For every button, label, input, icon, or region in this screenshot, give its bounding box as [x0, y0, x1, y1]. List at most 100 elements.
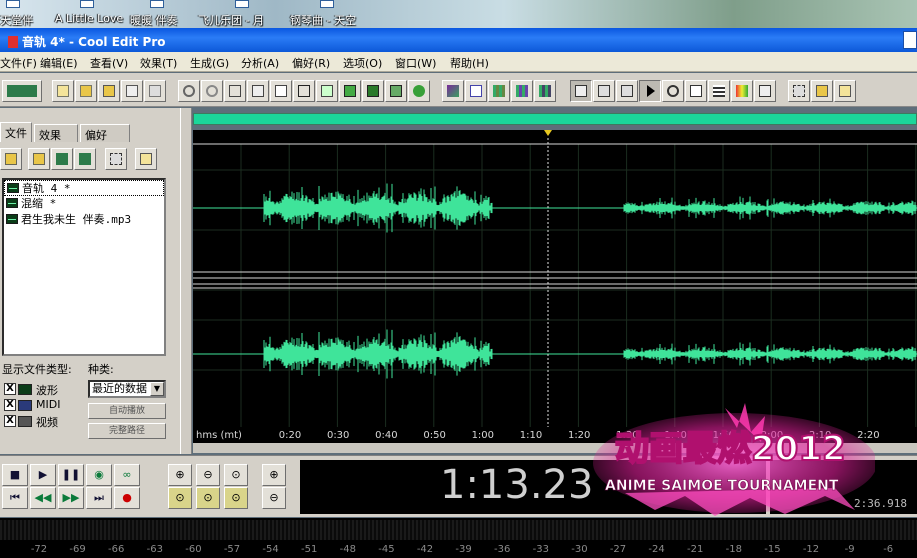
- window3-button[interactable]: [616, 80, 638, 102]
- go-to-end-button[interactable]: ⏭: [86, 487, 112, 509]
- menu-generate[interactable]: 生成(G): [190, 55, 229, 71]
- scripts-button[interactable]: [811, 80, 833, 102]
- type-wave-checkbox[interactable]: X: [4, 383, 16, 395]
- file-list[interactable]: 音轨 4 * 混缩 * 君生我未生 伴奏.mp3: [2, 178, 166, 356]
- repeat-button[interactable]: [408, 80, 430, 102]
- zoom-selection-button[interactable]: ⊙: [224, 487, 248, 509]
- window2-icon: [598, 85, 610, 97]
- waveform-canvas[interactable]: [193, 130, 917, 442]
- time-display-button[interactable]: [685, 80, 707, 102]
- type-video-checkbox[interactable]: X: [4, 415, 16, 427]
- multitrack-toggle-button[interactable]: [2, 80, 42, 102]
- type-midi-checkbox[interactable]: X: [4, 399, 16, 411]
- sort-select[interactable]: 最近的数据 ▼: [88, 380, 166, 398]
- menu-analyze[interactable]: 分析(A): [241, 55, 279, 71]
- file-list-item[interactable]: 音轨 4 *: [4, 180, 164, 196]
- paste-new-button[interactable]: [362, 80, 384, 102]
- zoom-in-vertical-button[interactable]: ⊕: [262, 464, 286, 486]
- paste-button[interactable]: [316, 80, 338, 102]
- play-cursor-button[interactable]: [639, 80, 661, 102]
- open-file-button[interactable]: [75, 80, 97, 102]
- meter-db-label: -39: [455, 544, 472, 555]
- save-button[interactable]: [98, 80, 120, 102]
- wave-file-icon: [7, 183, 19, 193]
- loop-paste-button[interactable]: [385, 80, 407, 102]
- time-tick-label: 1:00: [471, 430, 495, 441]
- panel-splitter[interactable]: [180, 108, 192, 454]
- zoom-in-button[interactable]: ⊕: [168, 464, 192, 486]
- file-list-item[interactable]: 君生我未生 伴奏.mp3: [4, 212, 164, 228]
- desktop-icon-label[interactable]: A Little Love: [55, 12, 123, 25]
- play-button[interactable]: ▶: [30, 464, 56, 486]
- desktop-icon-label[interactable]: 飞儿乐团 - 月: [198, 12, 264, 28]
- go-to-start-button[interactable]: ⏮: [2, 487, 28, 509]
- stop-button[interactable]: ■: [2, 464, 28, 486]
- zoom-selection-button[interactable]: [662, 80, 684, 102]
- menu-window[interactable]: 窗口(W): [395, 55, 436, 71]
- desktop-icon-image: [320, 0, 334, 8]
- settings-button[interactable]: [788, 80, 810, 102]
- scissors-button[interactable]: [293, 80, 315, 102]
- trim-button[interactable]: [270, 80, 292, 102]
- tab-effects[interactable]: 效果: [34, 124, 78, 142]
- window1-button[interactable]: [570, 80, 592, 102]
- menu-effects[interactable]: 效果(T): [140, 55, 177, 71]
- level-meter[interactable]: -72 -69 -66 -63 -60 -57 -54 -51 -48 -45 -42 -39 -36 -…: [0, 518, 917, 558]
- grid3-button[interactable]: [534, 80, 556, 102]
- full-path-button[interactable]: 完整路径: [88, 423, 166, 439]
- new-file-button[interactable]: [52, 80, 74, 102]
- pause-button[interactable]: ❚❚: [58, 464, 84, 486]
- organizer-options-button[interactable]: [105, 148, 127, 170]
- grid2-button[interactable]: [511, 80, 533, 102]
- undo-button[interactable]: [178, 80, 200, 102]
- zoom-out-vertical-button[interactable]: ⊖: [262, 487, 286, 509]
- window2-button[interactable]: [593, 80, 615, 102]
- zoom-right-button[interactable]: ⊙: [196, 487, 220, 509]
- open-file-button[interactable]: [0, 148, 22, 170]
- desktop-icon-label[interactable]: 钢琴曲 - 天空: [290, 12, 356, 28]
- bars-button[interactable]: [708, 80, 730, 102]
- overview-bar[interactable]: [193, 113, 917, 125]
- meter-db-label: -45: [378, 544, 395, 555]
- copy-to-new-button[interactable]: [247, 80, 269, 102]
- desktop-icon-label[interactable]: 暖暖 伴奏: [130, 12, 178, 28]
- zoom-out-button[interactable]: ⊖: [196, 464, 220, 486]
- close-file-button[interactable]: [144, 80, 166, 102]
- spectral-view-button[interactable]: [442, 80, 464, 102]
- help-button[interactable]: [834, 80, 856, 102]
- menu-favorites[interactable]: 偏好(R): [292, 55, 330, 71]
- autoplay-button[interactable]: 自动播放: [88, 403, 166, 419]
- desktop-icon-label[interactable]: 天堂伴: [0, 12, 33, 28]
- grid-button[interactable]: [488, 80, 510, 102]
- title-bar[interactable]: 音轨 4* - Cool Edit Pro: [0, 28, 917, 52]
- tab-favorites[interactable]: 偏好: [80, 124, 130, 142]
- redo-button[interactable]: [201, 80, 223, 102]
- mix-paste-button[interactable]: [339, 80, 361, 102]
- organizer-help-button[interactable]: [135, 148, 157, 170]
- rewind-button[interactable]: ◀◀: [30, 487, 56, 509]
- fast-forward-button[interactable]: ▶▶: [58, 487, 84, 509]
- menu-edit[interactable]: 编辑(E): [40, 55, 78, 71]
- frame-button[interactable]: [754, 80, 776, 102]
- waveform-view-button[interactable]: [465, 80, 487, 102]
- edit-file-button[interactable]: [74, 148, 96, 170]
- menu-help[interactable]: 帮助(H): [450, 55, 489, 71]
- cut-button[interactable]: [224, 80, 246, 102]
- file-list-item[interactable]: 混缩 *: [4, 196, 164, 212]
- play-to-end-button[interactable]: ◉: [86, 464, 112, 486]
- insert-into-multitrack-button[interactable]: [51, 148, 73, 170]
- minimize-button[interactable]: [903, 31, 917, 49]
- menu-view[interactable]: 查看(V): [90, 55, 128, 71]
- tab-files[interactable]: 文件: [0, 122, 32, 142]
- menu-file[interactable]: 文件(F): [0, 55, 37, 71]
- import-button[interactable]: [28, 148, 50, 170]
- waveform-display[interactable]: [193, 130, 917, 442]
- save-as-button[interactable]: [121, 80, 143, 102]
- eq-button[interactable]: [731, 80, 753, 102]
- loop-button[interactable]: ∞: [114, 464, 140, 486]
- record-button[interactable]: ●: [114, 487, 140, 509]
- menu-options[interactable]: 选项(O): [343, 55, 382, 71]
- wave-file-icon: [6, 198, 18, 208]
- zoom-full-button[interactable]: ⊙: [224, 464, 248, 486]
- zoom-left-button[interactable]: ⊙: [168, 487, 192, 509]
